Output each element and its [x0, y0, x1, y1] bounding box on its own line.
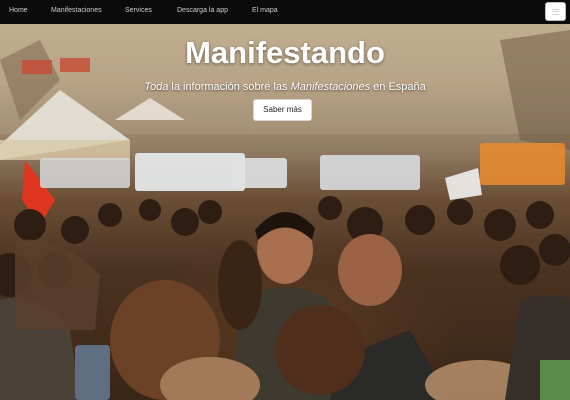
hero-subtitle: Toda la información sobre las Manifestac… — [0, 79, 570, 95]
hero-subtitle-emphasis-manifestaciones: Manifestaciones — [290, 81, 371, 93]
nav-link-el-mapa[interactable]: El mapa — [252, 0, 278, 24]
nav-link-descarga-app[interactable]: Descarga la app — [177, 0, 228, 24]
nav-link-manifestaciones[interactable]: Manifestaciones — [51, 0, 102, 24]
nav-link-home[interactable]: Home — [9, 0, 28, 24]
hero-title: Manifestando — [185, 35, 385, 70]
top-navbar: Home Manifestaciones Services Descarga l… — [0, 0, 570, 24]
nav-link-services[interactable]: Services — [125, 0, 152, 24]
saber-mas-button[interactable]: Saber más — [253, 99, 312, 121]
landing-page: Home Manifestaciones Services Descarga l… — [0, 0, 570, 400]
hamburger-icon — [552, 8, 559, 15]
menu-toggle-button[interactable] — [545, 2, 566, 21]
hero-subtitle-emphasis-toda: Toda — [144, 81, 169, 93]
hero-subtitle-text-1: la información sobre las — [168, 81, 291, 93]
hero-subtitle-text-2: en España — [370, 81, 426, 93]
